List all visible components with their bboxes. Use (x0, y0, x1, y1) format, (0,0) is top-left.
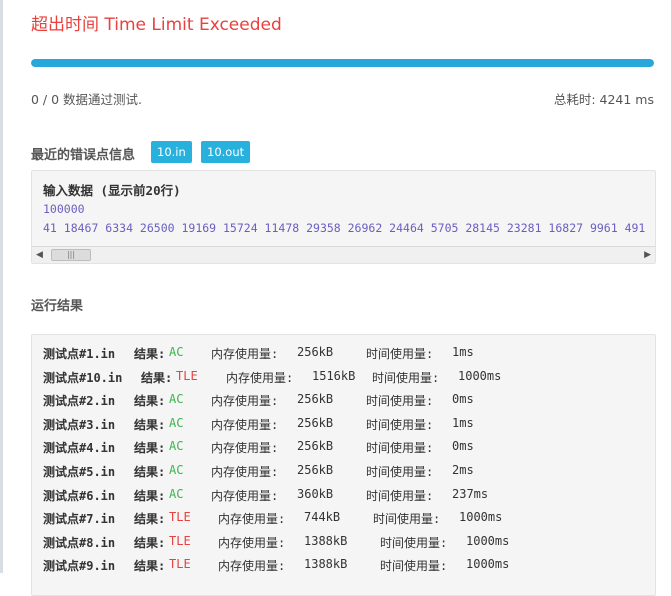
status-badge: AC (169, 463, 184, 477)
input-line-1: 100000 (43, 202, 85, 216)
result-label: 结果: (134, 441, 166, 456)
result-label: 结果: (141, 370, 173, 385)
input-data-heading: 输入数据 (显示前20行) (43, 183, 181, 198)
status-badge: AC (169, 392, 184, 407)
time-label: 时间使用量: (372, 370, 440, 385)
status-badge: AC (169, 439, 184, 454)
run-results-title: 运行结果 (31, 299, 84, 314)
memory-label: 内存使用量: (226, 370, 294, 385)
testcase-name: 测试点#1.in (43, 347, 116, 361)
time-value: 0ms (452, 439, 474, 454)
status-badge: AC (169, 415, 184, 430)
memory-value: 1516kB (312, 368, 356, 383)
memory-label: 内存使用量: (218, 512, 286, 527)
verdict-title: 超出时间 Time Limit Exceeded (31, 15, 282, 35)
testcase-name: 测试点#3.in (43, 417, 116, 432)
testcase-name: 测试点#10.in (43, 370, 123, 385)
memory-label: 内存使用量: (218, 535, 286, 550)
result-label: 结果: (134, 488, 166, 503)
memory-value: 256kB (297, 392, 334, 407)
testcase-name: 测试点#4.in (43, 441, 116, 456)
testcase-name: 测试点#8.in (43, 535, 116, 550)
time-value: 1ms (452, 345, 474, 359)
progress-bar (31, 59, 654, 67)
left-border (0, 0, 3, 573)
time-value: 1000ms (466, 533, 510, 548)
time-value: 1ms (452, 415, 474, 430)
result-label: 结果: (134, 417, 166, 432)
time-value: 0ms (452, 392, 474, 407)
time-value: 237ms (452, 486, 489, 501)
memory-value: 256kB (297, 345, 334, 359)
time-value: 1000ms (458, 368, 502, 383)
result-label: 结果: (134, 347, 166, 361)
memory-value: 256kB (297, 463, 334, 477)
time-label: 时间使用量: (380, 559, 448, 574)
memory-label: 内存使用量: (211, 394, 279, 409)
time-value: 2ms (452, 463, 474, 477)
horizontal-scrollbar[interactable]: ◀ ||| ▶ (32, 246, 655, 263)
run-results-box: 测试点#1.in 结果: AC 内存使用量: 256kB 时间使用量: 1ms 测试点#10.… (31, 334, 656, 596)
testcase-name: 测试点#9.in (43, 559, 116, 574)
input-line-2: 41 18467 6334 26500 19169 15724 11478 29… (43, 221, 646, 235)
status-badge: TLE (176, 368, 198, 383)
result-label: 结果: (134, 512, 166, 527)
memory-label: 内存使用量: (211, 441, 279, 456)
status-badge: AC (169, 345, 184, 359)
memory-label: 内存使用量: (211, 417, 279, 432)
memory-value: 1388kB (304, 557, 348, 572)
memory-value: 256kB (297, 439, 334, 454)
testcase-name: 测试点#7.in (43, 512, 116, 527)
testcase-name: 测试点#5.in (43, 465, 116, 479)
time-value: 1000ms (466, 557, 510, 572)
input-file-button[interactable]: 10.in (151, 141, 192, 163)
memory-value: 256kB (297, 415, 334, 430)
result-label: 结果: (134, 465, 166, 479)
recent-error-title: 最近的错误点信息 (31, 148, 136, 163)
time-label: 时间使用量: (366, 347, 434, 361)
scroll-right-icon[interactable]: ▶ (644, 249, 651, 261)
memory-value: 1388kB (304, 533, 348, 548)
status-badge: TLE (169, 510, 191, 525)
memory-label: 内存使用量: (211, 488, 279, 503)
time-label: 时间使用量: (366, 465, 434, 479)
time-label: 时间使用量: (366, 488, 434, 503)
testcase-name: 测试点#2.in (43, 394, 116, 409)
testcase-name: 测试点#6.in (43, 488, 116, 503)
input-data-box: 输入数据 (显示前20行) 100000 41 18467 6334 26500… (31, 170, 656, 264)
memory-label: 内存使用量: (218, 559, 286, 574)
output-file-button[interactable]: 10.out (201, 141, 251, 163)
passed-count: 0 / 0 数据通过测试. (31, 92, 143, 107)
total-time: 总耗时: 4241 ms (553, 92, 654, 107)
memory-label: 内存使用量: (211, 347, 279, 361)
status-badge: AC (169, 486, 184, 501)
time-value: 1000ms (459, 510, 503, 525)
time-label: 时间使用量: (366, 417, 434, 432)
scroll-left-icon[interactable]: ◀ (36, 249, 43, 261)
result-label: 结果: (134, 559, 166, 574)
time-label: 时间使用量: (373, 512, 441, 527)
status-badge: TLE (169, 557, 191, 572)
scroll-thumb[interactable]: ||| (51, 249, 91, 261)
time-label: 时间使用量: (366, 441, 434, 456)
result-label: 结果: (134, 535, 166, 550)
time-label: 时间使用量: (380, 535, 448, 550)
memory-value: 744kB (304, 510, 341, 525)
time-label: 时间使用量: (366, 394, 434, 409)
status-badge: TLE (169, 533, 191, 548)
memory-label: 内存使用量: (211, 465, 279, 479)
result-label: 结果: (134, 394, 166, 409)
memory-value: 360kB (297, 486, 334, 501)
progress-fill (31, 59, 654, 67)
